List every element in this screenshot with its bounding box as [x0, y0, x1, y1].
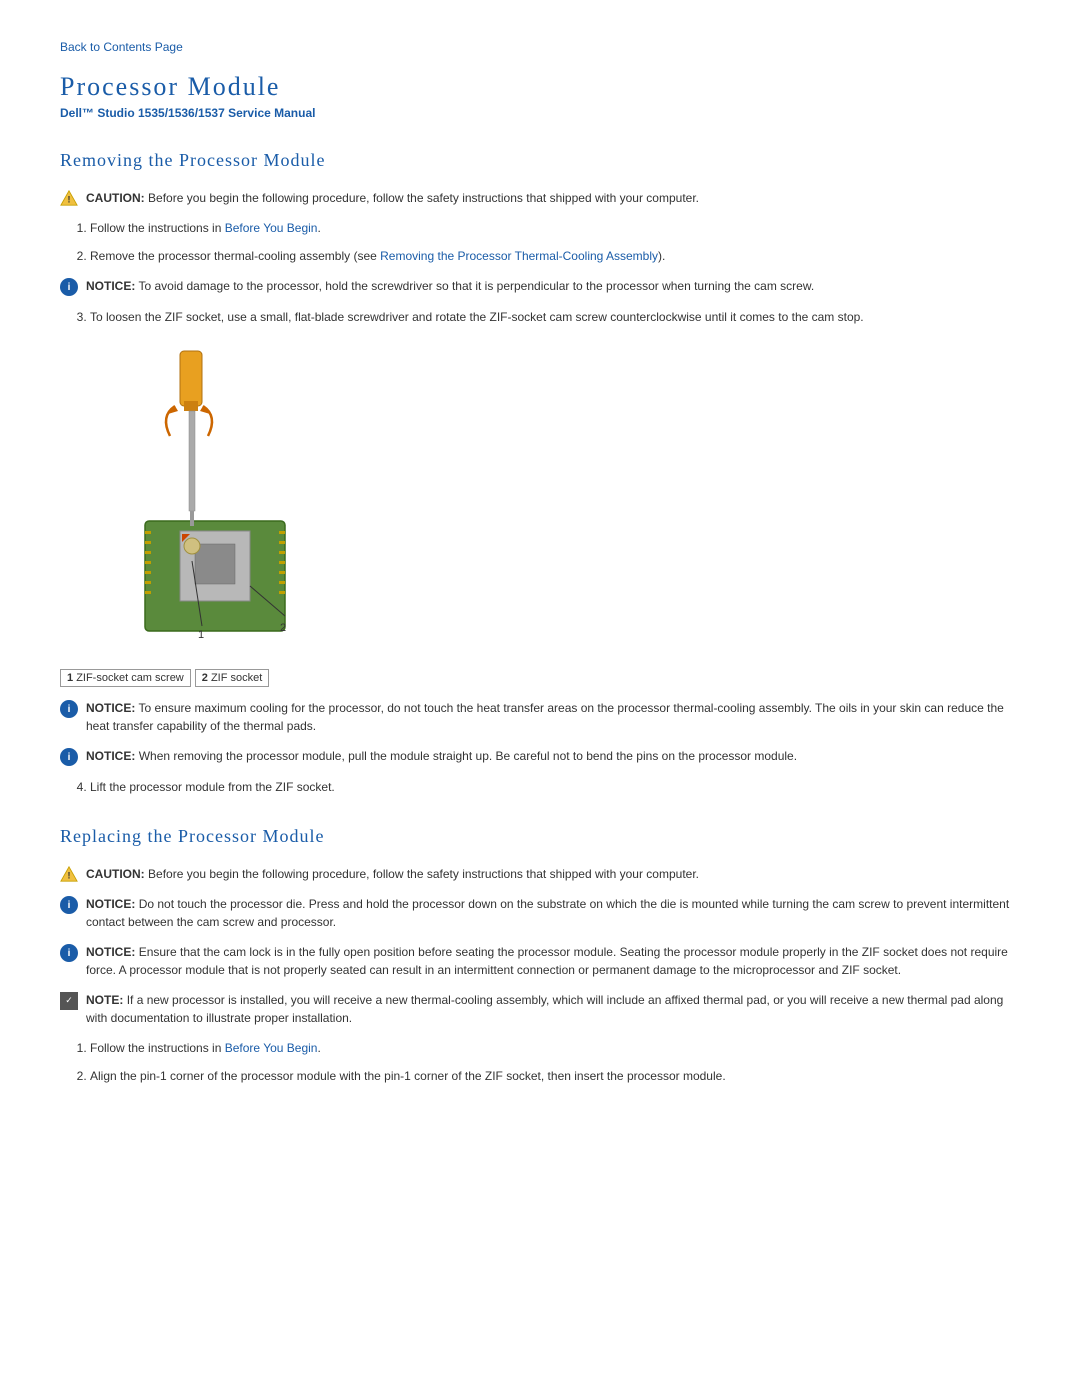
page-subtitle: Dell™ Studio 1535/1536/1537 Service Manu…: [60, 106, 1020, 120]
processor-diagram: 1 2: [120, 346, 340, 656]
removing-step-3: To loosen the ZIF socket, use a small, f…: [90, 308, 1020, 326]
notice-label-2: NOTICE:: [86, 701, 135, 715]
section-heading-replacing: Replacing the Processor Module: [60, 826, 1020, 847]
before-you-begin-link-2[interactable]: Before You Begin: [225, 1041, 318, 1055]
notice-text-3: When removing the processor module, pull…: [139, 749, 797, 763]
notice-replacing-label-2: NOTICE:: [86, 945, 135, 959]
notice-icon-3: i: [60, 748, 78, 766]
notice-replacing-text-1: Do not touch the processor die. Press an…: [86, 897, 1009, 929]
notice-replacing-2: i NOTICE: Ensure that the cam lock is in…: [60, 943, 1020, 979]
notice-removing-2: i NOTICE: To ensure maximum cooling for …: [60, 699, 1020, 735]
note-icon-1: ✓: [60, 992, 78, 1010]
page-title: Processor Module: [60, 72, 1020, 102]
notice-replacing-label-1: NOTICE:: [86, 897, 135, 911]
caption-num-1: 1: [67, 672, 73, 684]
notice-text-1: To avoid damage to the processor, hold t…: [138, 279, 814, 293]
caution-label: CAUTION:: [86, 191, 145, 205]
notice-replacing-text-2: Ensure that the cam lock is in the fully…: [86, 945, 1008, 977]
removing-step-1: Follow the instructions in Before You Be…: [90, 219, 1020, 237]
caution-replacing-text: Before you begin the following procedure…: [148, 867, 699, 881]
caution-text: Before you begin the following procedure…: [148, 191, 699, 205]
removing-step-2: Remove the processor thermal-cooling ass…: [90, 247, 1020, 265]
caution-replacing-1: ! CAUTION: Before you begin the followin…: [60, 865, 1020, 883]
before-you-begin-link-1[interactable]: Before You Begin: [225, 221, 318, 235]
caution-replacing-label: CAUTION:: [86, 867, 145, 881]
notice-replacing-1: i NOTICE: Do not touch the processor die…: [60, 895, 1020, 931]
replacing-steps-list: Follow the instructions in Before You Be…: [90, 1039, 1020, 1085]
removing-step-3-list: To loosen the ZIF socket, use a small, f…: [90, 308, 1020, 326]
replacing-step-2: Align the pin-1 corner of the processor …: [90, 1067, 1020, 1085]
removing-step-4: Lift the processor module from the ZIF s…: [90, 778, 1020, 796]
note-replacing-label-1: NOTE:: [86, 993, 123, 1007]
replacing-step-1: Follow the instructions in Before You Be…: [90, 1039, 1020, 1057]
image-caption: 1 ZIF-socket cam screw 2 ZIF socket: [60, 669, 1020, 687]
notice-label-1: NOTICE:: [86, 279, 135, 293]
svg-text:!: !: [68, 195, 71, 205]
caption-text-2: ZIF socket: [211, 672, 262, 684]
back-to-contents-link[interactable]: Back to Contents Page: [60, 40, 1020, 54]
thermal-cooling-link[interactable]: Removing the Processor Thermal-Cooling A…: [380, 249, 658, 263]
notice-replacing-icon-2: i: [60, 944, 78, 962]
section-heading-removing: Removing the Processor Module: [60, 150, 1020, 171]
note-replacing-1: ✓ NOTE: If a new processor is installed,…: [60, 991, 1020, 1027]
caution-icon: !: [60, 189, 78, 207]
svg-text:1: 1: [198, 629, 204, 641]
notice-text-2: To ensure maximum cooling for the proces…: [86, 701, 1004, 733]
caption-text-1: ZIF-socket cam screw: [76, 672, 184, 684]
notice-icon-1: i: [60, 278, 78, 296]
notice-label-3: NOTICE:: [86, 749, 135, 763]
notice-removing-3: i NOTICE: When removing the processor mo…: [60, 747, 1020, 766]
notice-replacing-icon-1: i: [60, 896, 78, 914]
processor-image-container: 1 2: [120, 346, 380, 659]
caution-removing-1: ! CAUTION: Before you begin the followin…: [60, 189, 1020, 207]
caption-num-2: 2: [202, 672, 208, 684]
notice-icon-2: i: [60, 700, 78, 718]
note-replacing-text-1: If a new processor is installed, you wil…: [86, 993, 1003, 1025]
svg-text:!: !: [68, 871, 71, 881]
notice-removing-1: i NOTICE: To avoid damage to the process…: [60, 277, 1020, 296]
removing-step-4-list: Lift the processor module from the ZIF s…: [90, 778, 1020, 796]
svg-text:2: 2: [280, 622, 286, 634]
caution-icon-replacing: !: [60, 865, 78, 883]
removing-steps-list: Follow the instructions in Before You Be…: [90, 219, 1020, 265]
